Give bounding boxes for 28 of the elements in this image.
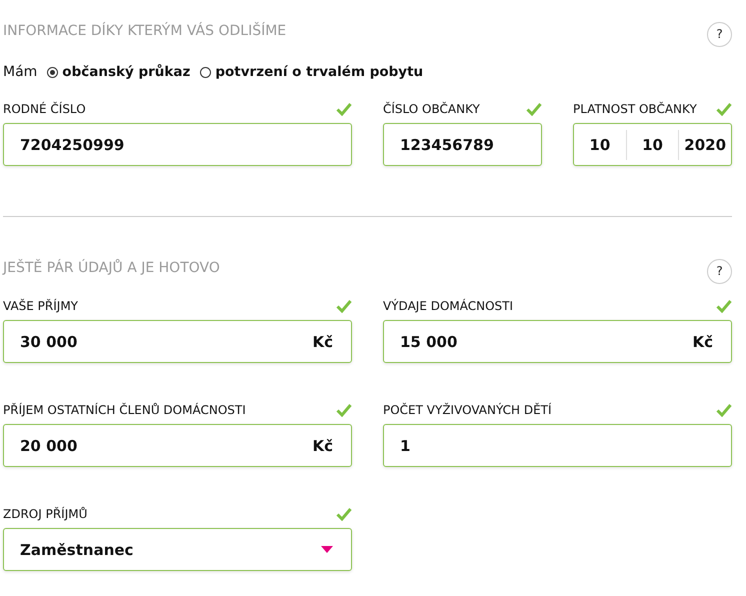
input-field[interactable]: 123456789	[383, 123, 542, 166]
dropdown[interactable]: Zaměstnanec	[3, 528, 352, 571]
date-part-field[interactable]: 2020	[678, 130, 732, 160]
field-label: PLATNOST OBČANKY	[573, 102, 697, 116]
section-title: INFORMACE DÍKY KTERÝM VÁS ODLIŠÍME	[3, 23, 286, 39]
caret-icon	[321, 546, 333, 554]
field-label: POČET VYŽIVOVANÝCH DĚTÍ	[383, 403, 552, 417]
field-label: VAŠE PŘÍJMY	[3, 299, 78, 313]
date-part-field[interactable]: 10	[574, 130, 626, 160]
input-field[interactable]: 30 000 Kč	[3, 320, 352, 363]
section-title: JEŠTĚ PÁR ÚDAJŮ A JE HOTOVO	[3, 260, 220, 276]
input-field[interactable]: 1	[383, 424, 732, 467]
help-button[interactable]: ?	[707, 258, 732, 284]
input-field[interactable]: 20 000 Kč	[3, 424, 352, 467]
input-field[interactable]: 7204250999	[3, 123, 352, 166]
help-button[interactable]: ?	[707, 22, 732, 46]
field-label: VÝDAJE DOMÁCNOSTI	[383, 299, 514, 313]
input-field[interactable]: 15 000 Kč	[383, 320, 732, 363]
radio-group-label: Mám	[3, 64, 38, 80]
date-part-field[interactable]: 10	[626, 130, 678, 160]
field-label: RODNÉ ČÍSLO	[3, 102, 86, 116]
radio-button[interactable]	[47, 66, 58, 78]
radio-label[interactable]: občanský průkaz	[62, 64, 190, 80]
field-label: ZDROJ PŘÍJMŮ	[3, 507, 88, 521]
field-label: PŘÍJEM OSTATNÍCH ČLENŮ DOMÁCNOSTI	[3, 403, 246, 417]
radio-label[interactable]: potvrzení o trvalém pobytu	[215, 64, 424, 80]
radio-button[interactable]	[200, 66, 212, 78]
field-label: ČÍSLO OBČANKY	[383, 102, 480, 116]
